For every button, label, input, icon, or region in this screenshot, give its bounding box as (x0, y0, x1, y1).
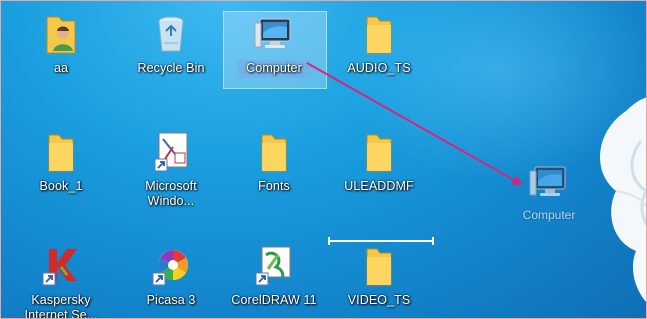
desktop-icon-label: Fonts (258, 179, 290, 193)
desktop-icon-label: AUDIO_TS (347, 61, 411, 75)
desktop-icon-label: VIDEO_TS (347, 293, 411, 307)
desktop-icon-label: Recycle Bin (137, 61, 205, 75)
desktop-icon-coreldraw-11[interactable]: CorelDRAW 11 (226, 245, 322, 318)
desktop-icon-label: Kaspersky Internet Se... (24, 293, 98, 319)
desktop-icon-label: Computer (246, 61, 302, 75)
shortcut-app-icon (154, 132, 188, 172)
drag-ghost-label: Computer (522, 208, 576, 222)
kaspersky-icon (42, 249, 77, 286)
desktop-icon-aa[interactable]: aa (13, 13, 109, 91)
desktop-icon-recycle-bin[interactable]: Recycle Bin (123, 13, 219, 91)
desktop-icon-book-1[interactable]: Book_1 (13, 131, 109, 209)
desktop-icon-label: Book_1 (39, 179, 83, 193)
desktop-icon-uleaddmf[interactable]: ULEADDMF (331, 131, 427, 209)
desktop-icon-microsoft-windo[interactable]: Microsoft Windo... (123, 131, 219, 209)
folder-icon (366, 16, 392, 54)
desktop-icon-label: ULEADDMF (344, 179, 414, 193)
desktop-icon-video-ts[interactable]: VIDEO_TS (331, 245, 427, 318)
desktop[interactable]: aa Recycle Bin Computer AUDIO_TS Book_1 … (0, 0, 647, 319)
folder-icon (261, 134, 287, 172)
folder-icon (366, 134, 392, 172)
desktop-icon-audio-ts[interactable]: AUDIO_TS (331, 13, 427, 91)
folder-icon (366, 248, 392, 286)
desktop-icon-fonts[interactable]: Fonts (226, 131, 322, 209)
computer-icon (254, 18, 291, 48)
drop-insertion-marker (328, 237, 434, 245)
coreldraw-icon (255, 246, 291, 286)
desktop-icon-label: Picasa 3 (146, 293, 196, 307)
folder-icon (48, 134, 74, 172)
desktop-icon-picasa-3[interactable]: Picasa 3 (123, 245, 219, 318)
user-folder-icon (46, 16, 76, 54)
drag-ghost-computer: Computer (501, 161, 597, 231)
desktop-icon-label: aa (53, 61, 69, 75)
picasa-icon (152, 250, 189, 286)
desktop-icon-label: Microsoft Windo... (145, 179, 197, 208)
desktop-icon-kaspersky[interactable]: Kaspersky Internet Se... (13, 245, 109, 319)
recycle-bin-icon (158, 16, 184, 52)
computer-icon (529, 166, 566, 196)
desktop-icon-label: CorelDRAW 11 (231, 293, 317, 307)
desktop-icon-computer[interactable]: Computer (226, 13, 322, 91)
